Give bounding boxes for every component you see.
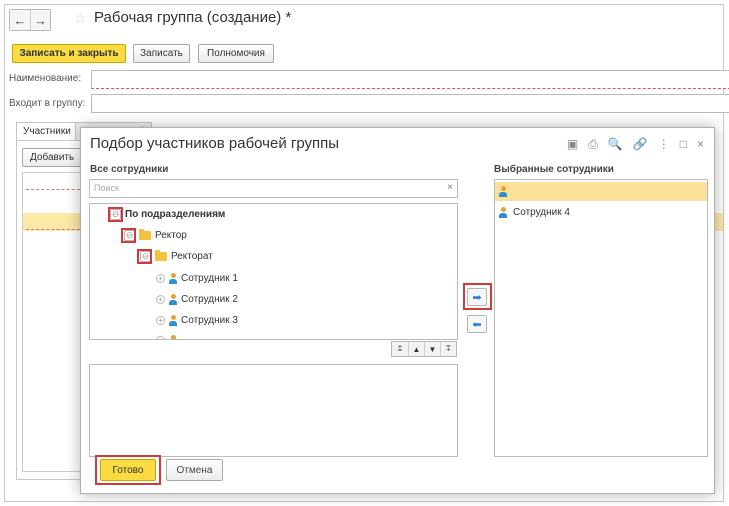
last-icon[interactable]: ⩱: [440, 342, 456, 356]
forward-button[interactable]: →: [30, 10, 50, 30]
save-icon[interactable]: ▣: [567, 137, 578, 152]
tree-node-label: Ректор: [155, 229, 187, 241]
down-icon[interactable]: ▼: [424, 342, 440, 356]
clear-search-icon[interactable]: ×: [447, 182, 453, 193]
tree-node-employee[interactable]: + Сотрудник 1: [156, 270, 238, 286]
person-icon: [499, 186, 507, 197]
selected-employees-list[interactable]: Сотрудник 4: [494, 179, 708, 457]
tree-node-employee[interactable]: + Сотрудник 2: [156, 291, 238, 307]
name-field[interactable]: [91, 70, 729, 89]
employee-label: Сотрудник 2: [181, 293, 238, 305]
highlight-frame: [108, 207, 123, 222]
remove-selected-button[interactable]: ⬅: [467, 315, 487, 333]
highlight-frame: [95, 455, 161, 485]
save-and-close-button[interactable]: Записать и закрыть: [12, 44, 126, 63]
highlight-frame: [463, 283, 492, 310]
add-participant-button[interactable]: Добавить: [22, 148, 83, 167]
list-item[interactable]: [495, 182, 707, 201]
person-icon: [169, 334, 177, 339]
link-icon[interactable]: 🔗: [633, 137, 648, 152]
person-icon: [169, 314, 177, 326]
favorite-star-icon[interactable]: ☆: [74, 10, 87, 27]
folder-icon: [139, 228, 151, 240]
tree-node-partial: +: [156, 332, 177, 339]
select-participants-dialog: Подбор участников рабочей группы ▣ ⎙ 🔍 🔗…: [80, 127, 715, 494]
list-item-label: Сотрудник 4: [513, 207, 570, 218]
maximize-icon[interactable]: □: [680, 137, 687, 152]
preview-icon[interactable]: 🔍: [608, 137, 623, 152]
expand-icon[interactable]: +: [156, 273, 165, 283]
person-icon: [499, 207, 507, 218]
tree-node-label: По подразделениям: [125, 208, 226, 220]
cancel-button[interactable]: Отмена: [166, 459, 223, 481]
search-input[interactable]: Поиск ×: [89, 179, 458, 198]
expand-icon: +: [156, 335, 165, 339]
person-icon: [169, 272, 177, 284]
highlight-frame: [121, 228, 136, 243]
tree-node-label: Ректорат: [171, 250, 213, 262]
nav-buttons: ← →: [9, 9, 51, 31]
tree-nav-strip: ⩲ ▲ ▼ ⩱: [391, 341, 457, 357]
highlight-frame: [137, 249, 152, 264]
employee-label: Сотрудник 1: [181, 272, 238, 284]
close-icon[interactable]: ×: [697, 137, 704, 152]
group-field[interactable]: [91, 94, 729, 113]
first-icon[interactable]: ⩲: [392, 342, 408, 356]
employee-tree[interactable]: ⊖ По подразделениям ⊖ Ректор ⊖ Ректорат …: [89, 203, 458, 340]
expand-icon[interactable]: +: [156, 315, 165, 325]
name-label: Наименование:: [9, 73, 82, 84]
tree-node-root[interactable]: ⊖ По подразделениям: [110, 206, 225, 222]
selected-employees-label: Выбранные сотрудники: [494, 164, 614, 175]
page-title: Рабочая группа (создание) *: [94, 9, 292, 26]
up-icon[interactable]: ▲: [408, 342, 424, 356]
search-placeholder: Поиск: [94, 183, 119, 193]
more-icon[interactable]: ⋮: [658, 137, 670, 152]
list-item[interactable]: Сотрудник 4: [495, 203, 707, 222]
employee-label: Сотрудник 3: [181, 314, 238, 326]
dialog-window-icons: ▣ ⎙ 🔍 🔗 ⋮ □ ×: [567, 137, 704, 152]
save-button[interactable]: Записать: [133, 44, 190, 63]
tab-participants[interactable]: Участники: [16, 122, 78, 141]
person-icon: [169, 293, 177, 305]
tree-node-employee[interactable]: + Сотрудник 3: [156, 312, 238, 328]
folder-icon: [155, 249, 167, 261]
print-icon[interactable]: ⎙: [588, 137, 598, 152]
permissions-button[interactable]: Полномочия: [198, 44, 274, 63]
dialog-title: Подбор участников рабочей группы: [90, 135, 340, 152]
expand-icon[interactable]: +: [156, 294, 165, 304]
group-label: Входит в группу:: [9, 98, 86, 109]
all-employees-label: Все сотрудники: [90, 164, 169, 175]
details-area[interactable]: [89, 364, 458, 457]
back-button[interactable]: ←: [10, 10, 30, 30]
